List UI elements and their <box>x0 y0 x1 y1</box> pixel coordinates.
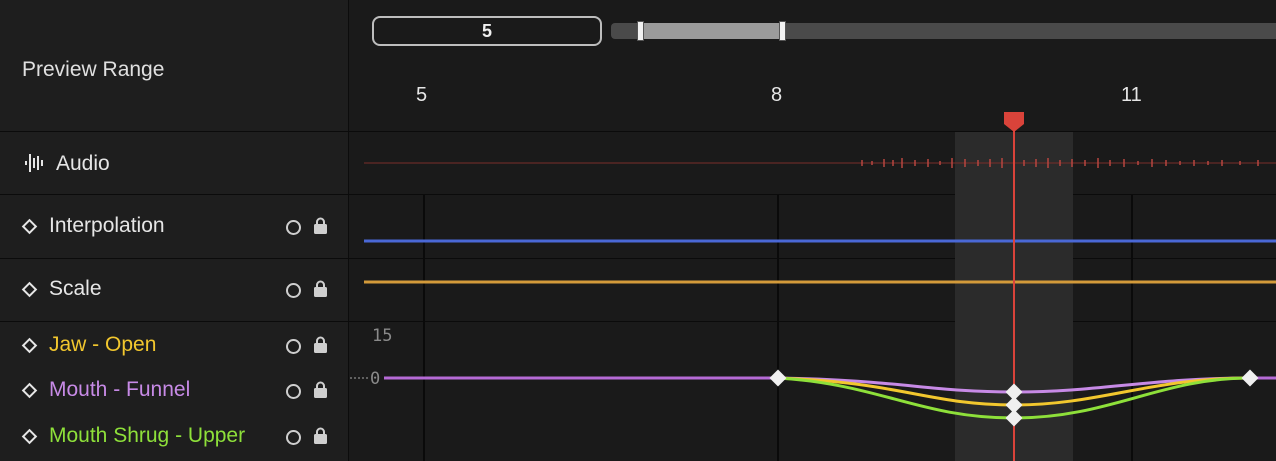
graph-max-value-label: 15 <box>372 326 393 346</box>
keyframe-icon[interactable] <box>1241 369 1259 387</box>
graph-zero-label: 0 <box>370 369 381 389</box>
timeline-editor: Preview Range 5 5 8 11 Audio Interpolati… <box>0 0 1276 461</box>
playhead-marker-icon[interactable] <box>1004 112 1024 132</box>
keyframe-icon[interactable] <box>769 369 787 387</box>
timeline-graph[interactable] <box>0 0 1276 461</box>
